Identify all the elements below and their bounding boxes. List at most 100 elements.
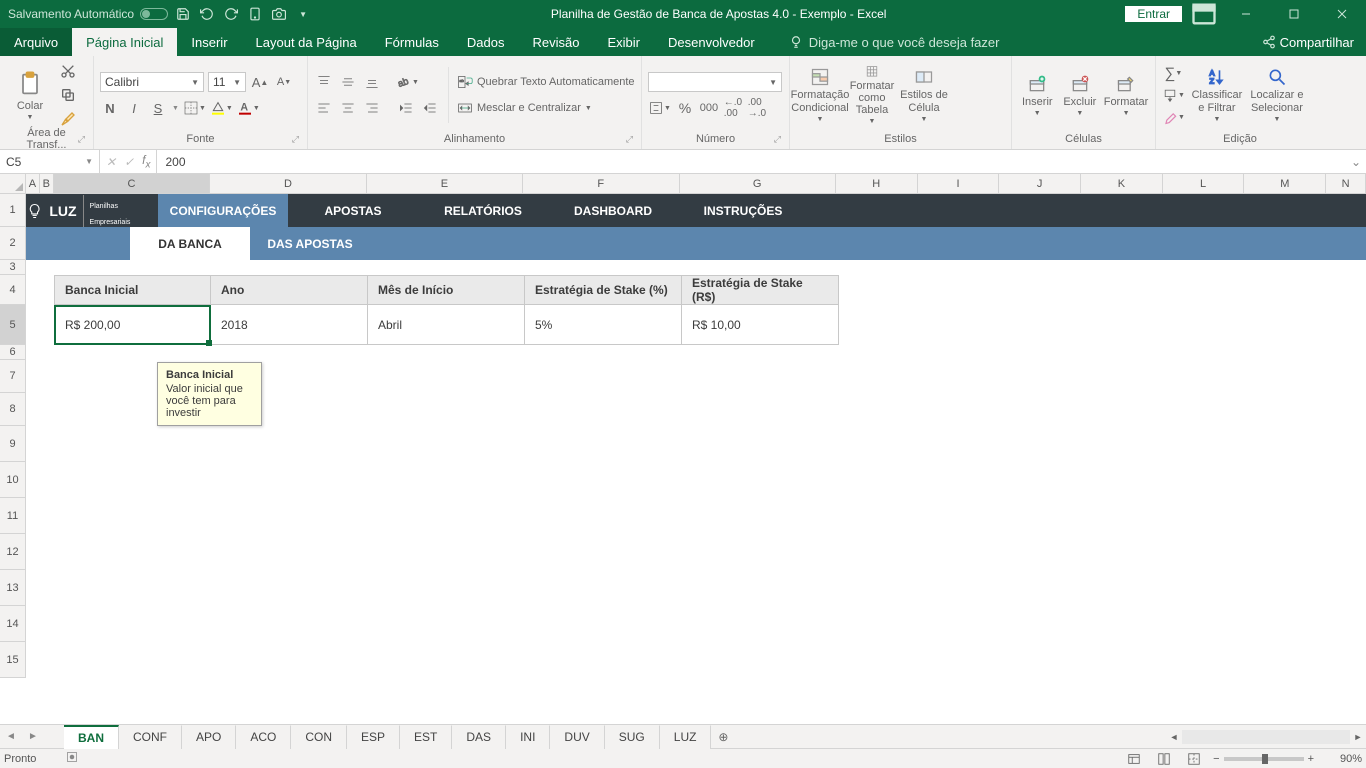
cfg-cell-banca-inicial[interactable]: R$ 200,00 <box>54 305 211 345</box>
decrease-decimal-icon[interactable]: .00→.0 <box>747 98 767 118</box>
font-name-select[interactable]: Calibri▼ <box>100 72 204 92</box>
tell-me-search[interactable]: Diga-me o que você deseja fazer <box>789 28 1000 56</box>
tab-home[interactable]: Página Inicial <box>72 28 177 56</box>
borders-icon[interactable]: ▼ <box>183 98 206 118</box>
cfg-cell-stake-rs[interactable]: R$ 10,00 <box>682 305 839 345</box>
row-header[interactable]: 11 <box>0 498 26 534</box>
bold-button[interactable]: N <box>100 98 120 118</box>
sheet-tab[interactable]: LUZ <box>660 725 712 749</box>
col-header[interactable]: A <box>26 174 40 193</box>
page-layout-view-icon[interactable] <box>1153 751 1175 767</box>
wrap-text-button[interactable]: ab Quebrar Texto Automaticamente <box>457 72 635 92</box>
sheet-tab[interactable]: APO <box>182 725 236 749</box>
align-bottom-icon[interactable] <box>362 72 382 92</box>
increase-decimal-icon[interactable]: ←.0.00 <box>723 98 743 118</box>
row-header[interactable]: 1 <box>0 194 26 227</box>
col-header[interactable]: G <box>680 174 836 193</box>
increase-font-icon[interactable]: A▲ <box>250 72 270 92</box>
copy-icon[interactable] <box>58 85 78 105</box>
number-launcher[interactable]: ⤢ <box>774 134 781 145</box>
col-header[interactable]: D <box>210 174 366 193</box>
zoom-out-icon[interactable]: − <box>1213 753 1219 765</box>
cfg-cell-mes[interactable]: Abril <box>368 305 525 345</box>
sheet-tab[interactable]: BAN <box>64 725 119 749</box>
fill-icon[interactable]: ▼ <box>1162 85 1185 105</box>
col-header[interactable]: I <box>918 174 1000 193</box>
col-header[interactable]: B <box>40 174 54 193</box>
cancel-formula-icon[interactable]: ✕ <box>106 155 116 169</box>
row-header[interactable]: 13 <box>0 570 26 606</box>
row-header[interactable]: 10 <box>0 462 26 498</box>
tab-data[interactable]: Dados <box>453 28 519 56</box>
normal-view-icon[interactable] <box>1123 751 1145 767</box>
col-header[interactable]: H <box>836 174 918 193</box>
conditional-formatting-button[interactable]: Formatação Condicional▼ <box>796 65 844 125</box>
accounting-format-icon[interactable]: ▼ <box>648 98 671 118</box>
number-format-select[interactable]: ▼ <box>648 72 782 92</box>
cfg-cell-stake-pct[interactable]: 5% <box>525 305 682 345</box>
sheet-tab[interactable]: INI <box>506 725 550 749</box>
increase-indent-icon[interactable] <box>420 98 440 118</box>
undo-icon[interactable] <box>198 5 216 23</box>
row-header[interactable]: 15 <box>0 642 26 678</box>
font-color-icon[interactable]: A▼ <box>237 98 260 118</box>
sheet-nav-next-icon[interactable]: ► <box>22 725 44 749</box>
cell-styles-button[interactable]: Estilos de Célula▼ <box>900 65 948 125</box>
comma-format-icon[interactable]: 000 <box>699 98 719 118</box>
ribbon-display-options-icon[interactable] <box>1190 4 1218 24</box>
sheet-tab[interactable]: DAS <box>452 725 506 749</box>
align-right-icon[interactable] <box>362 98 382 118</box>
row-header[interactable]: 12 <box>0 534 26 570</box>
col-header[interactable]: J <box>999 174 1081 193</box>
format-cells-button[interactable]: Formatar▼ <box>1103 65 1149 125</box>
camera-icon[interactable] <box>270 5 288 23</box>
font-launcher[interactable]: ⤢ <box>292 134 299 145</box>
sheet-tab[interactable]: EST <box>400 725 452 749</box>
sheet-tab[interactable]: ESP <box>347 725 400 749</box>
nav-dashboard[interactable]: DASHBOARD <box>548 194 678 227</box>
align-center-icon[interactable] <box>338 98 358 118</box>
percent-format-icon[interactable]: % <box>675 98 695 118</box>
sheet-tab[interactable]: CONF <box>119 725 182 749</box>
decrease-font-icon[interactable]: A▼ <box>274 72 294 92</box>
name-box[interactable]: C5▼ <box>0 150 100 173</box>
nav-instrucoes[interactable]: INSTRUÇÕES <box>678 194 808 227</box>
paste-button[interactable]: Colar ▼ <box>6 65 54 125</box>
italic-button[interactable]: I <box>124 98 144 118</box>
cut-icon[interactable] <box>58 61 78 81</box>
decrease-indent-icon[interactable] <box>396 98 416 118</box>
orientation-icon[interactable]: ab▼ <box>396 72 419 92</box>
scroll-right-icon[interactable]: ► <box>1350 732 1366 742</box>
insert-cells-button[interactable]: Inserir▼ <box>1018 65 1057 125</box>
sign-in-button[interactable]: Entrar <box>1125 6 1182 22</box>
row-header[interactable]: 6 <box>0 345 26 360</box>
file-tab[interactable]: Arquivo <box>0 28 72 56</box>
row-header[interactable]: 5 <box>0 305 26 345</box>
subnav-da-banca[interactable]: DA BANCA <box>130 227 250 260</box>
sheet-tab[interactable]: CON <box>291 725 347 749</box>
find-select-button[interactable]: Localizar e Selecionar▼ <box>1249 65 1305 125</box>
col-header[interactable]: E <box>367 174 523 193</box>
macro-record-icon[interactable] <box>66 751 78 766</box>
nav-apostas[interactable]: APOSTAS <box>288 194 418 227</box>
tab-insert[interactable]: Inserir <box>177 28 241 56</box>
tab-review[interactable]: Revisão <box>519 28 594 56</box>
fx-icon[interactable]: fx <box>142 153 150 170</box>
formula-input[interactable]: 200 <box>157 150 1346 173</box>
format-as-table-button[interactable]: Formatar como Tabela▼ <box>848 65 896 125</box>
row-header[interactable]: 3 <box>0 260 26 275</box>
redo-icon[interactable] <box>222 5 240 23</box>
scroll-left-icon[interactable]: ◄ <box>1166 732 1182 742</box>
new-sheet-button[interactable]: ⊕ <box>711 730 735 744</box>
tab-developer[interactable]: Desenvolvedor <box>654 28 769 56</box>
maximize-button[interactable] <box>1274 0 1314 28</box>
select-all-cells[interactable] <box>0 174 26 193</box>
share-button[interactable]: Compartilhar <box>1250 28 1366 56</box>
nav-configuracoes[interactable]: CONFIGURAÇÕES <box>158 194 288 227</box>
subnav-das-apostas[interactable]: DAS APOSTAS <box>250 227 370 260</box>
row-header[interactable]: 7 <box>0 360 26 393</box>
col-header[interactable]: N <box>1326 174 1366 193</box>
format-painter-icon[interactable] <box>58 109 78 129</box>
fill-color-icon[interactable]: ▼ <box>210 98 233 118</box>
enter-formula-icon[interactable]: ✓ <box>124 155 134 169</box>
